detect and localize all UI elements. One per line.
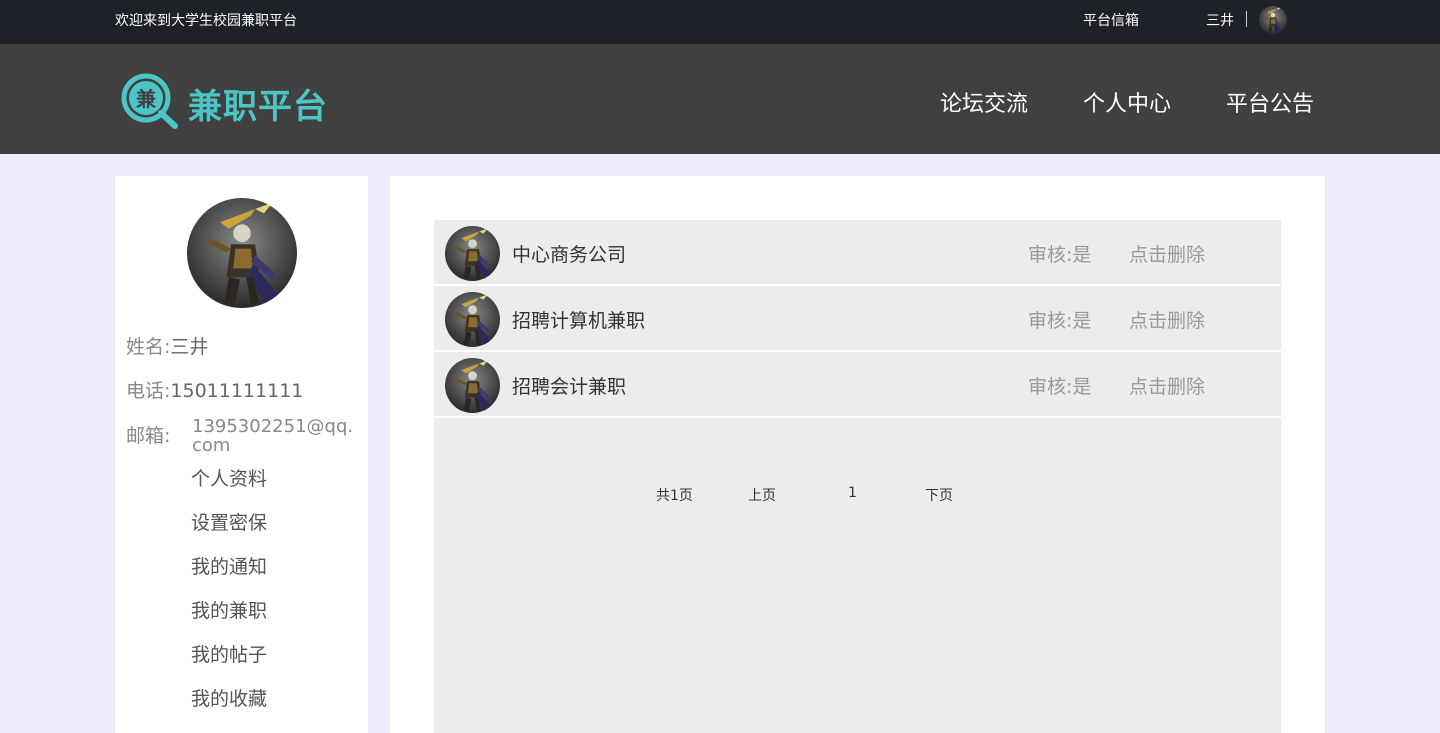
list-item: 招聘计算机兼职 审核:是 点击删除 (434, 286, 1281, 352)
email-label: 邮箱: (126, 425, 171, 447)
delete-link[interactable]: 点击删除 (1129, 372, 1205, 399)
item-avatar (445, 292, 500, 347)
top-bar: 欢迎来到大学生校园兼职平台 平台信箱 三井 (0, 0, 1440, 44)
logo-glyph: 兼 (136, 87, 157, 111)
menu-notifications[interactable]: 我的通知 (191, 552, 267, 579)
menu-my-jobs[interactable]: 我的兼职 (191, 596, 267, 623)
name-value: 三井 (170, 336, 209, 358)
profile-sidebar: 姓名:三井 电话:15011111111 邮箱: 1395302251@qq.c… (115, 176, 368, 733)
profile-avatar (187, 198, 297, 308)
user-avatar-small[interactable] (1259, 6, 1287, 34)
audit-status: 审核:是 (1028, 310, 1092, 332)
logo-text[interactable]: 兼职平台 (188, 79, 328, 128)
phone-label: 电话: (126, 380, 171, 402)
name-label: 姓名: (126, 336, 171, 358)
menu-profile[interactable]: 个人资料 (191, 464, 267, 491)
nav-forum[interactable]: 论坛交流 (940, 86, 1028, 118)
delete-link[interactable]: 点击删除 (1129, 240, 1205, 267)
nav-announcements[interactable]: 平台公告 (1226, 86, 1314, 118)
page-number-link[interactable]: 1 (848, 485, 857, 501)
item-title[interactable]: 中心商务公司 (512, 240, 626, 267)
menu-security-question[interactable]: 设置密保 (191, 508, 267, 535)
username-link[interactable]: 三井 (1206, 10, 1234, 30)
item-title[interactable]: 招聘会计兼职 (512, 372, 626, 399)
nav-personal-center[interactable]: 个人中心 (1083, 86, 1171, 118)
list-item: 招聘会计兼职 审核:是 点击删除 (434, 352, 1281, 418)
audit-status: 审核:是 (1028, 244, 1092, 266)
next-page-link[interactable]: 下页 (925, 485, 953, 505)
audit-status: 审核:是 (1028, 376, 1092, 398)
platform-mailbox-link[interactable]: 平台信箱 (1083, 10, 1139, 30)
menu-favorites[interactable]: 我的收藏 (191, 684, 267, 711)
welcome-text: 欢迎来到大学生校园兼职平台 (115, 13, 297, 29)
name-row: 姓名:三井 (126, 332, 208, 359)
phone-row: 电话:15011111111 (126, 376, 303, 403)
item-avatar (445, 358, 500, 413)
list-item: 中心商务公司 审核:是 点击删除 (434, 220, 1281, 286)
prev-page-link[interactable]: 上页 (748, 485, 776, 505)
divider (1246, 11, 1247, 27)
job-list: 中心商务公司 审核:是 点击删除 招聘计算机兼职 审核:是 点击删除 招聘会计兼… (434, 220, 1281, 733)
logo-magnifier-icon[interactable]: 兼 (120, 72, 180, 134)
item-title[interactable]: 招聘计算机兼职 (512, 306, 645, 333)
item-avatar (445, 226, 500, 281)
menu-my-posts[interactable]: 我的帖子 (191, 640, 267, 667)
email-value: 1395302251@qq.com (192, 416, 354, 456)
page-total: 共1页 (656, 488, 693, 504)
phone-value: 15011111111 (170, 380, 304, 402)
delete-link[interactable]: 点击删除 (1129, 306, 1205, 333)
main-content: 中心商务公司 审核:是 点击删除 招聘计算机兼职 审核:是 点击删除 招聘会计兼… (390, 176, 1325, 733)
